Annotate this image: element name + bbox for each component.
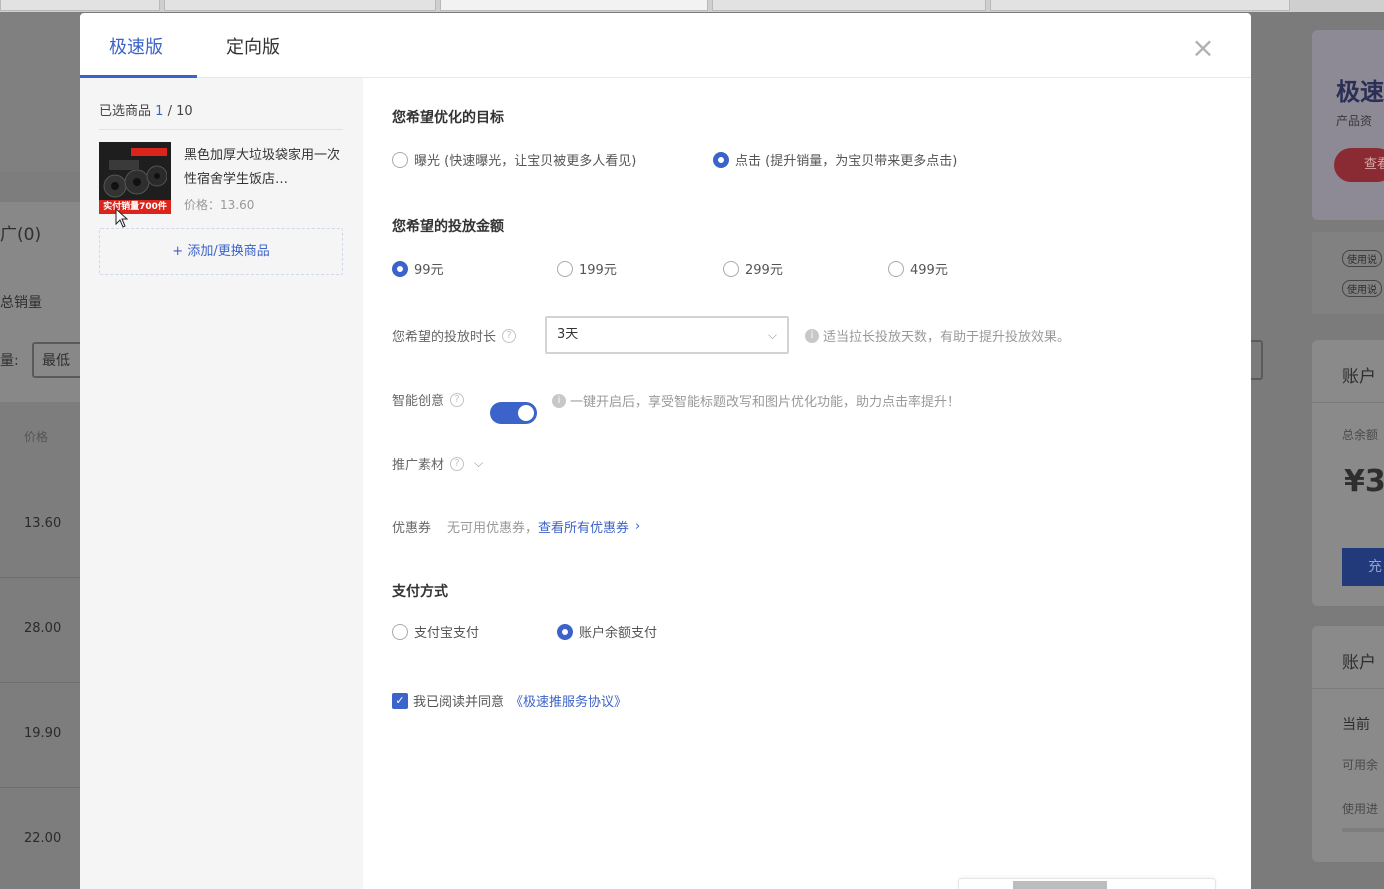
smart-creative-toggle[interactable] (490, 402, 537, 424)
budget-radio-299[interactable]: 299元 (723, 259, 783, 278)
product-price: 价格：13.60 (184, 198, 255, 212)
budget-radio-199[interactable]: 199元 (557, 259, 617, 278)
toggle-knob (518, 405, 534, 421)
radio-icon[interactable] (888, 260, 904, 277)
chevron-down-icon: ⌵ (767, 328, 777, 342)
chevron-right-icon[interactable]: › (635, 519, 640, 534)
browser-tab-active[interactable] (440, 0, 708, 11)
trash-bag-rolls-image (103, 160, 167, 198)
help-icon[interactable]: ? (450, 456, 465, 471)
browser-tab[interactable] (712, 0, 986, 11)
payment-radio-balance[interactable]: 账户余额支付 (557, 622, 657, 641)
goal-radio-click[interactable]: 点击 (提升销量，为宝贝带来更多点击) (713, 150, 957, 169)
bg-account-card: 账户 当前 可用余 使用进 (1312, 626, 1384, 862)
payment-title: 支付方式 (392, 584, 448, 600)
bg-input[interactable]: 最低 (32, 342, 80, 378)
goal-title: 您希望优化的目标 (392, 110, 504, 126)
bg-price: 13.60 (24, 516, 62, 531)
browser-tab[interactable] (990, 0, 1290, 11)
radio-icon[interactable] (557, 260, 573, 277)
budget-radio-499[interactable]: 499元 (888, 259, 948, 278)
bg-price: 22.00 (24, 831, 62, 846)
bg-account-card: 账户 总余额 ¥30 充 (1312, 340, 1384, 606)
selected-count: 已选商品 1 / 10 (99, 104, 193, 119)
bg-label: 总销量 (0, 295, 42, 311)
payment-radio-alipay[interactable]: 支付宝支付 (392, 622, 479, 641)
view-coupons-link[interactable]: 查看所有优惠券 (538, 517, 629, 536)
modal-header: 极速版 定向版 × (80, 13, 1251, 78)
radio-checked-icon[interactable] (557, 623, 573, 640)
mouse-cursor-icon (115, 208, 129, 228)
radio-icon[interactable] (392, 151, 408, 168)
bg-card: 极速 产品资 查看 (1312, 30, 1384, 220)
browser-tab[interactable] (0, 0, 160, 11)
bg-column-header: 价格 (24, 430, 49, 444)
bg-button[interactable]: 查看 (1334, 148, 1384, 182)
smart-creative-label: 智能创意 ? (392, 390, 465, 409)
agreement-checkbox[interactable]: ✓ 我已阅读并同意 《极速推服务协议》 (392, 691, 627, 710)
bg-label: 量: (0, 353, 19, 369)
goal-radio-exposure[interactable]: 曝光 (快速曝光，让宝贝被更多人看见) (392, 150, 636, 169)
radio-icon[interactable] (392, 623, 408, 640)
info-icon: i (552, 393, 566, 408)
browser-tab-strip (0, 0, 1384, 12)
coupon-label: 优惠券 (392, 521, 432, 536)
bg-price: 19.90 (24, 726, 62, 741)
promotion-form: 您希望优化的目标 曝光 (快速曝光，让宝贝被更多人看见) 点击 (提升销量，为宝… (363, 78, 1251, 889)
help-icon[interactable]: ? (502, 328, 517, 343)
tab-express[interactable]: 极速版 (109, 33, 163, 59)
product-card[interactable]: 实付销量700件 黑色加厚大垃圾袋家用一次性宿舍学生饭店… 价格：13.60 (99, 142, 343, 216)
product-thumbnail: 实付销量700件 (99, 142, 171, 214)
coupon-row: 优惠券 无可用优惠券， 查看所有优惠券 › (392, 517, 640, 536)
bottom-floating-panel (958, 878, 1216, 889)
promotion-modal: 极速版 定向版 × 已选商品 1 / 10 实付销量700件 黑色加厚大垃圾袋家… (80, 13, 1251, 889)
agreement-link[interactable]: 《极速推服务协议》 (510, 691, 627, 710)
duration-select[interactable]: 3天 ⌵ (545, 316, 789, 354)
selected-products-pane: 已选商品 1 / 10 实付销量700件 黑色加厚大垃圾袋家用一次性宿舍学生饭店… (80, 78, 363, 889)
close-icon[interactable]: × (1191, 34, 1215, 62)
radio-checked-icon[interactable] (392, 260, 408, 277)
divider (99, 129, 343, 130)
checkbox-checked-icon[interactable]: ✓ (392, 692, 408, 709)
browser-tab[interactable] (164, 0, 436, 11)
budget-radio-99[interactable]: 99元 (392, 259, 444, 278)
sales-badge: 实付销量700件 (99, 200, 171, 214)
smart-creative-hint: i 一键开启后，享受智能标题改写和图片优化功能，助力点击率提升！ (552, 391, 960, 410)
help-icon[interactable]: ? (450, 392, 465, 407)
duration-hint: i 适当拉长投放天数，有助于提升投放效果。 (805, 326, 1070, 345)
radio-checked-icon[interactable] (713, 151, 729, 168)
tab-targeted[interactable]: 定向版 (226, 33, 280, 59)
product-title: 黑色加厚大垃圾袋家用一次性宿舍学生饭店… (184, 148, 341, 187)
budget-title: 您希望的投放金额 (392, 219, 504, 235)
radio-icon[interactable] (723, 260, 739, 277)
bg-label: 广(0) (0, 225, 42, 245)
coupon-status: 无可用优惠券， (447, 521, 539, 536)
info-icon: i (805, 328, 819, 343)
background-left-panel: 广(0) 总销量 量: 最低 价格 13.60 28.00 19.90 22.0… (0, 12, 80, 889)
bg-price: 28.00 (24, 621, 62, 636)
chevron-down-icon[interactable]: ⌵ (474, 456, 483, 471)
duration-label: 您希望的投放时长 ? (392, 326, 517, 345)
material-label[interactable]: 推广素材 ? ⌵ (392, 454, 483, 473)
add-change-product-button[interactable]: + 添加/更换商品 (99, 228, 343, 275)
